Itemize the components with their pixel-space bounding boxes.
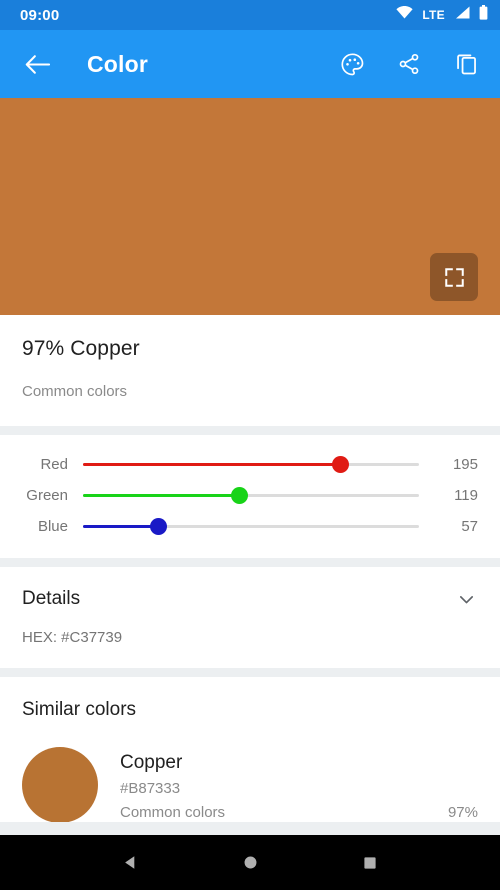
slider-label-blue: Blue <box>37 518 68 535</box>
slider-row-green: Green 119 <box>0 480 500 511</box>
color-swatch <box>22 747 98 822</box>
page-title: Color <box>87 50 149 77</box>
similar-color-match: 97% <box>447 804 478 821</box>
slider-thumb-green[interactable] <box>231 487 249 504</box>
nav-recents-button[interactable] <box>353 846 387 880</box>
status-time: 09:00 <box>20 6 60 24</box>
details-hex-value: HEX: #C37739 <box>22 629 123 646</box>
status-icons: LTE <box>396 5 488 25</box>
slider-row-blue: Blue 57 <box>0 511 500 542</box>
palette-icon <box>340 52 363 75</box>
copy-button[interactable] <box>452 50 480 78</box>
app-bar: Color <box>0 30 500 98</box>
similar-colors-title: Similar colors <box>22 699 137 720</box>
similar-colors-card: Similar colors Copper #B87333 Common col… <box>0 677 500 822</box>
back-arrow-icon <box>25 54 50 74</box>
battery-icon <box>479 5 488 25</box>
chevron-down-icon[interactable] <box>454 587 478 611</box>
similar-color-category: Common colors <box>120 804 226 821</box>
nav-back-button[interactable] <box>113 846 147 880</box>
slider-row-red: Red 195 <box>0 449 500 480</box>
palette-button[interactable] <box>338 50 366 78</box>
slider-blue[interactable] <box>83 511 419 542</box>
wifi-icon <box>396 6 413 24</box>
copy-icon <box>456 54 476 74</box>
color-category: Common colors <box>22 383 128 400</box>
fullscreen-icon <box>444 267 464 287</box>
android-nav-bar <box>0 835 500 890</box>
section-divider <box>0 668 500 677</box>
phone-screen: 09:00 LTE Color 97% Copper Common colors… <box>0 0 500 890</box>
square-recents-icon <box>364 856 376 869</box>
details-card: Details HEX: #C37739 <box>0 567 500 668</box>
list-item[interactable]: Copper #B87333 Common colors 97% <box>22 747 478 822</box>
similar-color-hex: #B87333 <box>120 780 181 797</box>
circle-home-icon <box>244 856 256 869</box>
color-name: 97% Copper <box>22 337 140 360</box>
details-title: Details <box>22 588 81 609</box>
slider-green[interactable] <box>83 480 419 511</box>
slider-fill-blue <box>83 525 159 528</box>
details-header[interactable]: Details <box>22 587 478 611</box>
similar-color-info: Copper #B87333 Common colors <box>120 747 448 821</box>
fullscreen-button[interactable] <box>430 253 478 301</box>
triangle-back-icon <box>124 856 134 869</box>
share-icon <box>399 53 419 75</box>
slider-value-blue: 57 <box>461 518 478 535</box>
section-divider <box>0 558 500 567</box>
back-button[interactable] <box>22 49 52 79</box>
nav-home-button[interactable] <box>233 846 267 880</box>
slider-value-green: 119 <box>454 487 478 504</box>
share-button[interactable] <box>395 50 423 78</box>
slider-thumb-blue[interactable] <box>149 518 167 535</box>
rgb-sliders-card: Red 195 Green 119 Blue 57 <box>0 435 500 558</box>
color-preview <box>0 98 500 315</box>
network-type-label: LTE <box>422 8 445 22</box>
slider-red[interactable] <box>83 449 419 480</box>
slider-fill-green <box>83 494 240 497</box>
signal-icon <box>454 6 470 24</box>
section-divider <box>0 426 500 435</box>
slider-value-red: 195 <box>452 456 478 473</box>
slider-fill-red <box>83 463 341 466</box>
color-title-card: 97% Copper Common colors <box>0 315 500 426</box>
slider-label-green: Green <box>26 487 68 504</box>
slider-label-red: Red <box>40 456 68 473</box>
similar-color-name: Copper <box>120 752 183 773</box>
status-bar: 09:00 LTE <box>0 0 500 30</box>
app-bar-actions <box>338 50 484 78</box>
slider-thumb-red[interactable] <box>331 456 349 473</box>
